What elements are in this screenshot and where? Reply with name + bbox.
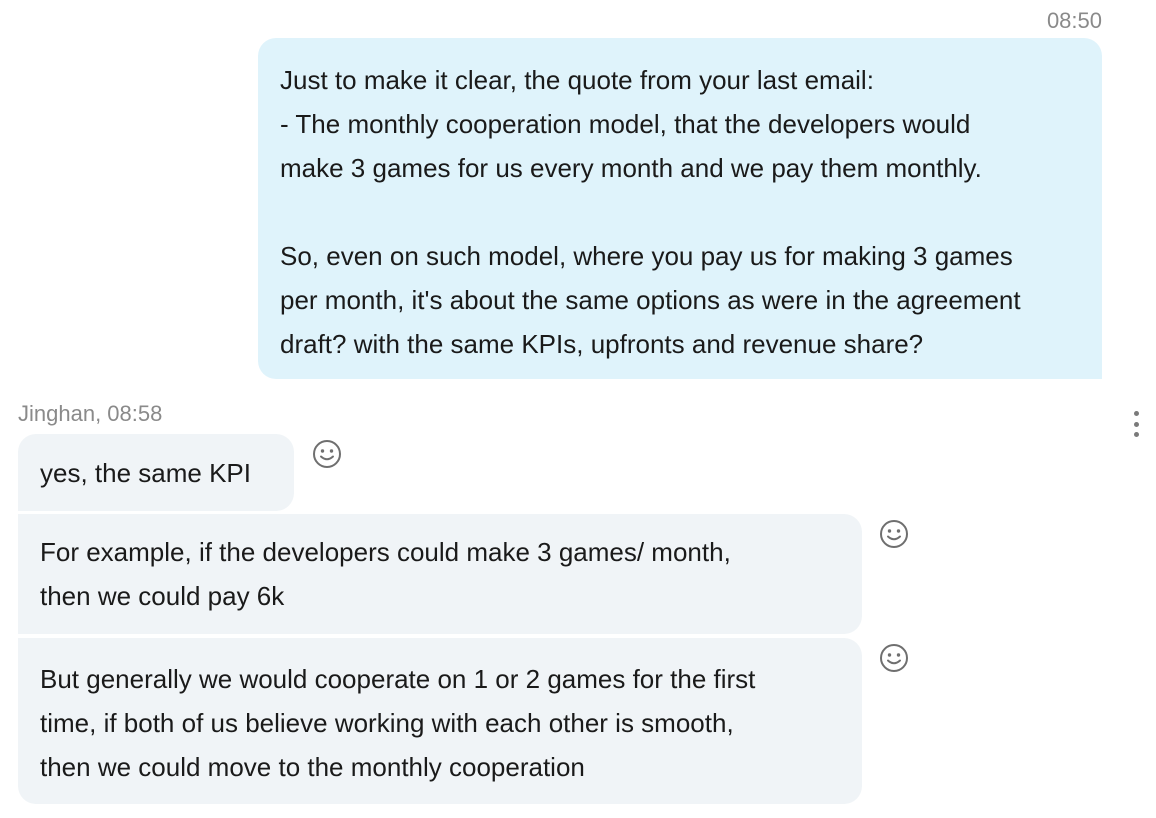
message-line: So, even on such model, where you pay us… bbox=[280, 241, 1013, 271]
message-line: draft? with the same KPIs, upfronts and … bbox=[280, 329, 924, 359]
more-vertical-icon[interactable] bbox=[1132, 411, 1140, 437]
sender-name-time: Jinghan, 08:58 bbox=[18, 401, 163, 426]
smiley-face-icon[interactable] bbox=[879, 519, 909, 549]
message-line: per month, it's about the same options a… bbox=[280, 285, 1021, 315]
more-dot bbox=[1133, 421, 1139, 427]
message-line: then we could move to the monthly cooper… bbox=[40, 752, 585, 782]
incoming-message-bubble[interactable]: yes, the same KPI bbox=[18, 434, 294, 511]
message-line: make 3 games for us every month and we p… bbox=[280, 153, 982, 183]
outgoing-timestamp: 08:50 bbox=[1046, 8, 1102, 33]
more-dot bbox=[1133, 411, 1139, 416]
message-line-blank bbox=[280, 190, 1080, 234]
message-line: time, if both of us believe working with… bbox=[40, 708, 734, 738]
message-line: For example, if the developers could mak… bbox=[40, 537, 731, 567]
incoming-message-bubble[interactable]: For example, if the developers could mak… bbox=[18, 514, 862, 634]
message-line: Just to make it clear, the quote from yo… bbox=[280, 65, 874, 95]
more-dot bbox=[1133, 432, 1139, 437]
message-line: yes, the same KPI bbox=[40, 458, 251, 488]
message-line: then we could pay 6k bbox=[40, 581, 285, 611]
message-line: But generally we would cooperate on 1 or… bbox=[40, 664, 756, 694]
incoming-message-bubble[interactable]: But generally we would cooperate on 1 or… bbox=[18, 638, 862, 804]
outgoing-message-bubble[interactable]: Just to make it clear, the quote from yo… bbox=[258, 38, 1102, 379]
smiley-face-icon[interactable] bbox=[312, 439, 342, 469]
message-line: - The monthly cooperation model, that th… bbox=[280, 109, 971, 139]
smiley-face-icon[interactable] bbox=[879, 643, 909, 673]
